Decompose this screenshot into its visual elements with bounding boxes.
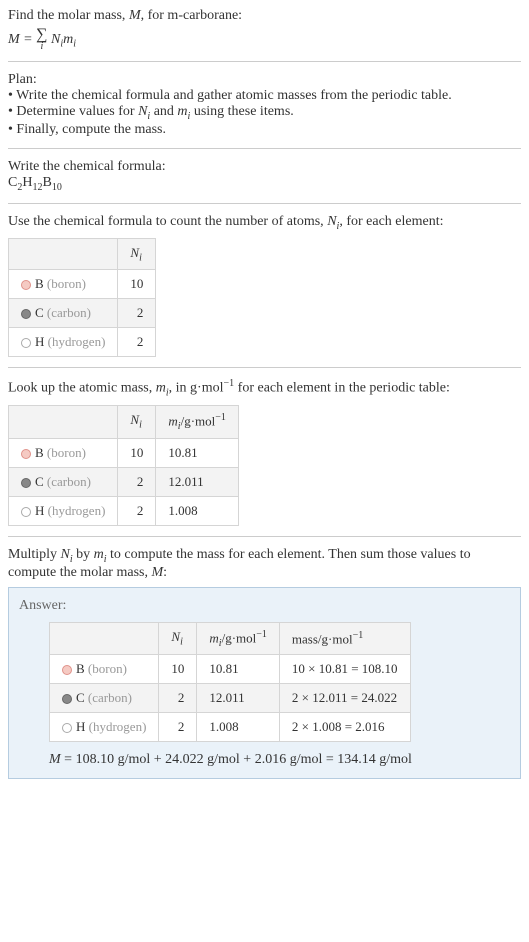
element-cell: C (carbon) xyxy=(50,684,159,713)
element-cell: C (carbon) xyxy=(9,299,118,328)
table-row: B (boron) 10 10.81 10 × 10.81 = 108.10 xyxy=(50,655,411,684)
element-cell: H (hydrogen) xyxy=(9,496,118,525)
m-value: 12.011 xyxy=(156,467,238,496)
table-header-row: Ni xyxy=(9,238,156,270)
intro-line1: Find the molar mass, M, for m-carborane: xyxy=(8,8,521,24)
empty-header xyxy=(50,622,159,655)
hydrogen-dot-icon xyxy=(21,338,31,348)
element-cell: H (hydrogen) xyxy=(50,713,159,742)
hydrogen-dot-icon xyxy=(62,723,72,733)
n-header: Ni xyxy=(118,238,156,270)
plan-section: Plan: • Write the chemical formula and g… xyxy=(8,72,521,138)
carbon-dot-icon xyxy=(62,694,72,704)
formula-m: m xyxy=(63,32,73,47)
text: , for m-carborane: xyxy=(141,8,242,23)
table-row: H (hydrogen) 2 1.008 2 × 1.008 = 2.016 xyxy=(50,713,411,742)
answer-box: Answer: Ni mi/g·mol−1 mass/g·mol−1 B (bo… xyxy=(8,587,521,780)
multiply-section: Multiply Ni by mi to compute the mass fo… xyxy=(8,547,521,780)
mass-calc: 2 × 1.008 = 2.016 xyxy=(279,713,410,742)
element-cell: B (boron) xyxy=(9,270,118,299)
plan-bullet-3: • Finally, compute the mass. xyxy=(8,122,521,138)
mass-calc: 2 × 12.011 = 24.022 xyxy=(279,684,410,713)
mass-calc: 10 × 10.81 = 108.10 xyxy=(279,655,410,684)
element-cell: B (boron) xyxy=(50,655,159,684)
formula-lhs: M xyxy=(8,32,20,47)
var-m: M xyxy=(129,8,141,23)
n-value: 2 xyxy=(118,328,156,357)
element-cell: B (boron) xyxy=(9,438,118,467)
n-value: 2 xyxy=(118,467,156,496)
answer-label: Answer: xyxy=(19,598,510,614)
n-value: 10 xyxy=(118,438,156,467)
table-row: C (carbon) 2 12.011 xyxy=(9,467,239,496)
divider xyxy=(8,367,521,368)
table-row: B (boron) 10 xyxy=(9,270,156,299)
m-value: 10.81 xyxy=(156,438,238,467)
atom-count-section: Use the chemical formula to count the nu… xyxy=(8,214,521,357)
text: Find the molar mass, xyxy=(8,8,129,23)
n-value: 2 xyxy=(159,713,197,742)
molar-mass-formula: M = ∑i Nimi xyxy=(8,28,521,51)
carbon-dot-icon xyxy=(21,309,31,319)
n-value: 2 xyxy=(159,684,197,713)
table-row: B (boron) 10 10.81 xyxy=(9,438,239,467)
plan-bullet-1: • Write the chemical formula and gather … xyxy=(8,88,521,104)
formula-n: N xyxy=(51,32,60,47)
atom-count-table: Ni B (boron) 10 C (carbon) 2 H (hydrogen… xyxy=(8,238,156,358)
boron-dot-icon xyxy=(21,449,31,459)
atomic-mass-section: Look up the atomic mass, mi, in g·mol−1 … xyxy=(8,378,521,525)
m-value: 12.011 xyxy=(197,684,279,713)
n-value: 10 xyxy=(118,270,156,299)
table-row: C (carbon) 2 xyxy=(9,299,156,328)
m-value: 10.81 xyxy=(197,655,279,684)
table-row: H (hydrogen) 2 xyxy=(9,328,156,357)
n-value: 10 xyxy=(159,655,197,684)
table-row: C (carbon) 2 12.011 2 × 12.011 = 24.022 xyxy=(50,684,411,713)
section-title: Look up the atomic mass, mi, in g·mol−1 … xyxy=(8,378,521,398)
answer-result: M = 108.10 g/mol + 24.022 g/mol + 2.016 … xyxy=(49,752,510,768)
element-cell: C (carbon) xyxy=(9,467,118,496)
carbon-dot-icon xyxy=(21,478,31,488)
n-value: 2 xyxy=(118,496,156,525)
plan-title: Plan: xyxy=(8,72,521,88)
section-title: Use the chemical formula to count the nu… xyxy=(8,214,521,232)
n-value: 2 xyxy=(118,299,156,328)
m-value: 1.008 xyxy=(197,713,279,742)
element-cell: H (hydrogen) xyxy=(9,328,118,357)
divider xyxy=(8,536,521,537)
m-value: 1.008 xyxy=(156,496,238,525)
boron-dot-icon xyxy=(62,665,72,675)
table-row: H (hydrogen) 2 1.008 xyxy=(9,496,239,525)
n-header: Ni xyxy=(118,405,156,438)
equals: = xyxy=(20,32,36,47)
intro-section: Find the molar mass, M, for m-carborane:… xyxy=(8,8,521,51)
summation-icon: ∑i xyxy=(36,28,47,51)
hydrogen-dot-icon xyxy=(21,507,31,517)
m-header: mi/g·mol−1 xyxy=(197,622,279,655)
mass-header: mass/g·mol−1 xyxy=(279,622,410,655)
chemical-formula-section: Write the chemical formula: C2H12B10 xyxy=(8,159,521,193)
n-header: Ni xyxy=(159,622,197,655)
atomic-mass-table: Ni mi/g·mol−1 B (boron) 10 10.81 C (carb… xyxy=(8,405,239,526)
boron-dot-icon xyxy=(21,280,31,290)
section-title: Write the chemical formula: xyxy=(8,159,521,175)
table-header-row: Ni mi/g·mol−1 mass/g·mol−1 xyxy=(50,622,411,655)
plan-bullet-2: • Determine values for Ni and mi using t… xyxy=(8,104,521,122)
chemical-formula: C2H12B10 xyxy=(8,175,521,193)
divider xyxy=(8,148,521,149)
formula-m-sub: i xyxy=(73,39,76,50)
table-header-row: Ni mi/g·mol−1 xyxy=(9,405,239,438)
multiply-text: Multiply Ni by mi to compute the mass fo… xyxy=(8,547,521,581)
m-header: mi/g·mol−1 xyxy=(156,405,238,438)
answer-table: Ni mi/g·mol−1 mass/g·mol−1 B (boron) 10 … xyxy=(49,622,411,743)
divider xyxy=(8,61,521,62)
empty-header xyxy=(9,238,118,270)
divider xyxy=(8,203,521,204)
empty-header xyxy=(9,405,118,438)
